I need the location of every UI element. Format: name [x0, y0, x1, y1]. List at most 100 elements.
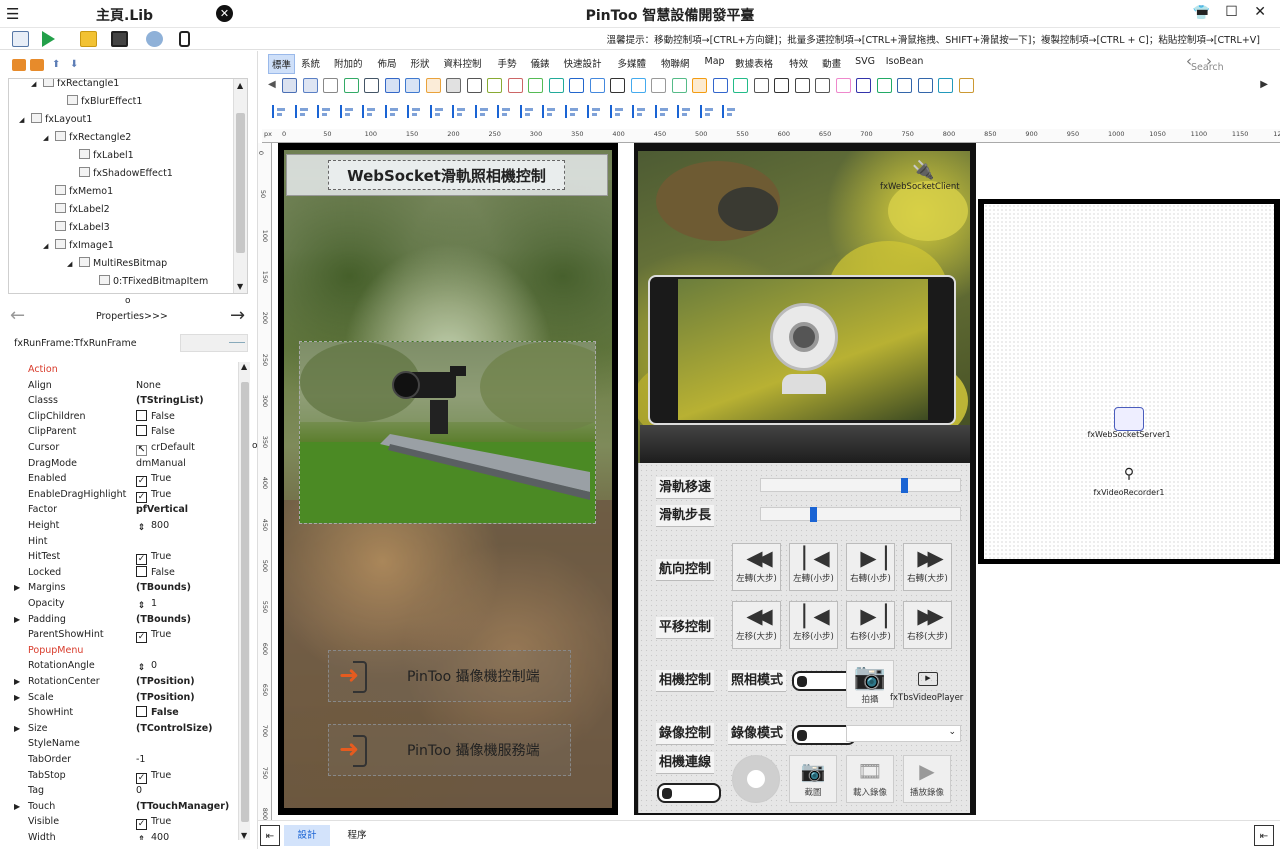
palette-tab[interactable]: Map: [705, 56, 725, 67]
run-icon[interactable]: [42, 31, 55, 47]
record-mode-select[interactable]: ⌄: [846, 725, 961, 742]
expand-icon[interactable]: ▶: [14, 799, 20, 815]
checkbox[interactable]: ✓: [136, 772, 147, 784]
checkbox[interactable]: ↖: [136, 445, 147, 456]
component-tool-icon[interactable]: [364, 78, 379, 93]
checkbox[interactable]: [136, 425, 147, 437]
expand-icon[interactable]: ▶: [14, 674, 20, 690]
tree-node[interactable]: ◢ fxRectangle1: [31, 79, 119, 93]
palette-tab[interactable]: SVG: [855, 56, 875, 67]
property-value[interactable]: (TPosition): [136, 690, 195, 706]
checkbox[interactable]: ✓: [136, 632, 147, 644]
property-row[interactable]: ▶ RotationCenter (TPosition): [8, 674, 236, 690]
checkbox[interactable]: ✓: [136, 491, 147, 503]
align-tool-icon[interactable]: [362, 105, 375, 118]
component-tool-icon[interactable]: [671, 78, 687, 93]
speed-slider-thumb[interactable]: [900, 478, 908, 493]
props-scroll-up-icon[interactable]: ▲: [241, 362, 247, 371]
expand-icon[interactable]: ◢: [43, 237, 48, 255]
property-row[interactable]: Hint: [8, 534, 236, 550]
close-library-icon[interactable]: ✕: [216, 5, 233, 22]
property-row[interactable]: StyleName: [8, 736, 236, 752]
step-slider-thumb[interactable]: [809, 507, 817, 522]
component-tool-icon[interactable]: [589, 78, 605, 93]
expand-icon[interactable]: ◢: [43, 129, 48, 147]
pan-button[interactable]: ▏◀ 左移(小步): [789, 601, 838, 649]
menu-icon[interactable]: ☰: [6, 5, 19, 23]
property-row[interactable]: ▶ Touch (TTouchManager): [8, 799, 236, 815]
palette-tab[interactable]: 資料控制: [444, 56, 482, 70]
property-row[interactable]: TabStop ✓ True: [8, 768, 236, 784]
tree-node[interactable]: fxLabel2: [55, 201, 110, 219]
scroll-down-icon[interactable]: ▼: [237, 282, 243, 291]
property-row[interactable]: Action: [8, 362, 236, 378]
property-value[interactable]: (TStringList): [136, 393, 204, 409]
align-tool-icon[interactable]: [564, 105, 578, 118]
tree-node[interactable]: fxBlurEffect1: [67, 93, 142, 111]
open-folder-icon[interactable]: [80, 31, 97, 47]
props-scrollbar[interactable]: ▲ ▼: [238, 362, 250, 840]
component-tool-icon[interactable]: [876, 78, 892, 93]
move-down-icon[interactable]: ⬇: [70, 59, 78, 70]
palette-left-icon[interactable]: ◀: [268, 79, 276, 90]
align-tool-icon[interactable]: [317, 105, 330, 118]
component-tool-icon[interactable]: [651, 78, 666, 93]
palette-tab[interactable]: 佈局: [378, 56, 397, 70]
property-value[interactable]: (TBounds): [136, 580, 191, 596]
camera-client-button[interactable]: ➜ PinToo 攝像機控制端: [328, 650, 571, 702]
component-tool-icon[interactable]: [343, 78, 359, 93]
checkbox[interactable]: ✓: [136, 554, 147, 566]
heading-button[interactable]: ▶▶ 右轉(大步): [903, 543, 952, 591]
media-button[interactable]: ▶ 播放錄像: [903, 755, 951, 803]
property-row[interactable]: TabOrder -1: [8, 752, 236, 768]
palette-tab[interactable]: 標準: [268, 54, 296, 74]
component-tool-icon[interactable]: [753, 78, 769, 93]
property-row[interactable]: ClipChildren False: [8, 409, 236, 425]
property-value[interactable]: ✓ True: [136, 471, 171, 488]
align-tool-icon[interactable]: [654, 105, 668, 118]
tree-node[interactable]: ◢ fxRectangle2: [43, 129, 131, 147]
media-button[interactable]: 🎞 載入錄像: [846, 755, 894, 803]
expand-icon[interactable]: ▶: [14, 612, 20, 628]
property-row[interactable]: ClipParent False: [8, 424, 236, 440]
property-value[interactable]: ✓ True: [136, 487, 171, 503]
heading-button[interactable]: ▏◀ 左轉(小步): [789, 543, 838, 591]
property-row[interactable]: DragMode dmManual: [8, 456, 236, 472]
props-scroll-thumb[interactable]: [241, 382, 249, 822]
property-grid[interactable]: ▲ ▼ Action Align None Classs (TStringList) Cl…: [8, 362, 250, 840]
property-row[interactable]: Classs (TStringList): [8, 393, 236, 409]
heading-button[interactable]: ▶▕ 右轉(小步): [846, 543, 895, 591]
property-value[interactable]: False: [136, 565, 175, 581]
component-tool-icon[interactable]: [794, 78, 810, 93]
expand-icon[interactable]: ▶: [14, 690, 20, 706]
property-value[interactable]: ⇕ 0: [136, 658, 157, 675]
checkbox[interactable]: ✓: [136, 819, 147, 831]
property-row[interactable]: ▶ Margins (TBounds): [8, 580, 236, 596]
align-tool-icon[interactable]: [407, 105, 420, 118]
palette-tab[interactable]: 動畫: [822, 56, 841, 70]
expand-icon[interactable]: ◢: [31, 79, 36, 93]
scroll-up-icon[interactable]: ▲: [237, 81, 243, 90]
align-tool-icon[interactable]: [384, 105, 398, 118]
align-tool-icon[interactable]: [519, 105, 533, 118]
tree-node[interactable]: ◢ MultiResBitmap: [67, 255, 167, 273]
pan-button[interactable]: ◀◀ 左移(大步): [732, 601, 781, 649]
mobile-preview-icon[interactable]: [179, 31, 190, 47]
property-value[interactable]: ⇕ 400: [136, 830, 169, 840]
palette-tab[interactable]: 手勢: [498, 56, 517, 70]
property-value[interactable]: ✓ True: [136, 627, 171, 644]
checkbox[interactable]: [136, 706, 147, 718]
align-tool-icon[interactable]: [542, 105, 555, 118]
collapse-right-icon[interactable]: ⇤: [1254, 825, 1274, 846]
component-tree[interactable]: ▲ ▼ ◢ fxRectangle1 fxBlurEffect1 ◢ fxLayout1…: [8, 78, 248, 294]
property-row[interactable]: Enabled ✓ True: [8, 471, 236, 488]
property-value[interactable]: -1: [136, 752, 145, 768]
tree-node[interactable]: fxMemo1: [55, 183, 113, 201]
expand-icon[interactable]: ◢: [67, 255, 72, 273]
property-row[interactable]: RotationAngle ⇕ 0: [8, 658, 236, 674]
checkbox[interactable]: ✓: [136, 476, 147, 488]
palette-tab[interactable]: 系統: [301, 56, 320, 70]
back-arrow-icon[interactable]: ←: [10, 305, 25, 326]
tree-node[interactable]: fxLabel3: [55, 219, 110, 237]
tree-node[interactable]: fxShadowEffect1: [79, 165, 173, 183]
